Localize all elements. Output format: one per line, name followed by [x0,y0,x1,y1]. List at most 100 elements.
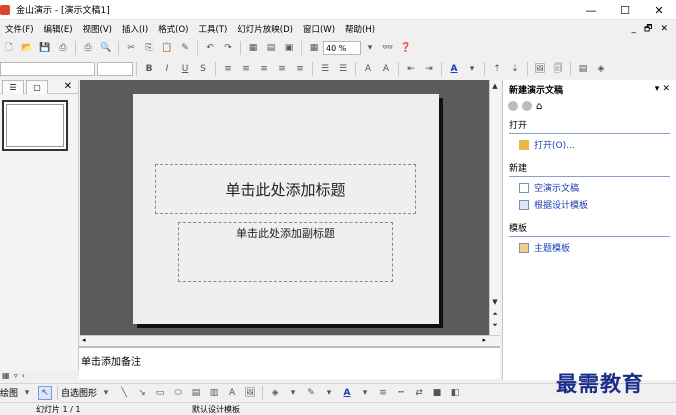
save-icon[interactable]: 💾 [38,41,52,55]
chevron-down-icon[interactable]: ▾ [99,386,113,400]
slide-thumbnail[interactable] [2,100,68,151]
insert-image-icon[interactable]: ▣ [282,41,296,55]
print-icon[interactable]: ⎙ [56,41,70,55]
move-up-icon[interactable]: ⇡ [490,62,504,76]
vertical-textbox-icon[interactable]: ▥ [207,386,221,400]
3d-style-icon[interactable]: ◧ [448,386,462,400]
new-slide-icon[interactable]: 🗐 [551,62,565,76]
underline-icon[interactable]: U [178,62,192,76]
paste-icon[interactable]: 📋 [160,41,174,55]
align-center-icon[interactable]: ≡ [239,62,253,76]
indent-decrease-icon[interactable]: ⇤ [404,62,418,76]
notes-pane[interactable]: 单击添加备注 [79,346,500,379]
redo-icon[interactable]: ↷ [221,41,235,55]
menu-edit[interactable]: 编辑(E) [39,23,78,35]
menu-file[interactable]: 文件(F) [0,23,39,35]
close-icon[interactable]: ✕ [64,81,72,92]
from-template-link[interactable]: 根据设计模板 [519,198,676,211]
chevron-down-icon[interactable]: ▾ [363,41,377,55]
dash-style-icon[interactable]: ┅ [394,386,408,400]
chevron-down-icon[interactable]: ▾ [286,386,300,400]
scroll-right-icon[interactable]: ▸ [482,336,486,344]
subtitle-placeholder[interactable]: 单击此处添加副标题 [178,222,393,282]
menu-slideshow[interactable]: 幻灯片放映(D) [232,23,298,35]
doc-restore-button[interactable]: 🗗 [644,21,652,37]
align-left-icon[interactable]: ≡ [221,62,235,76]
font-color-icon[interactable]: A [447,62,461,76]
color-scheme-icon[interactable]: ◈ [594,62,608,76]
blank-presentation-link[interactable]: 空演示文稿 [519,181,676,194]
align-right-icon[interactable]: ≡ [257,62,271,76]
increase-font-icon[interactable]: A [361,62,375,76]
menu-view[interactable]: 视图(V) [78,23,117,35]
help-icon[interactable]: ❓ [399,41,413,55]
numbering-icon[interactable]: ☰ [318,62,332,76]
back-icon[interactable] [508,101,518,111]
font-name-select[interactable] [0,62,95,76]
font-size-select[interactable] [97,62,133,76]
slide-canvas[interactable]: 单击此处添加标题 单击此处添加副标题 [133,94,439,324]
shadow-icon[interactable]: S [196,62,210,76]
format-painter-icon[interactable]: ✎ [178,41,192,55]
menu-help[interactable]: 帮助(H) [340,23,380,35]
chevron-down-icon[interactable]: ▾ [465,62,479,76]
cut-icon[interactable]: ✂ [124,41,138,55]
shadow-style-icon[interactable]: ■ [430,386,444,400]
vertical-scrollbar[interactable]: ▲ ▼ ⏶ ⏷ [489,80,500,335]
italic-icon[interactable]: I [160,62,174,76]
minimize-button[interactable]: — [574,0,608,20]
task-pane-controls[interactable]: ▾ ✕ [655,84,670,94]
close-button[interactable]: ✕ [642,0,676,20]
line-style-icon[interactable]: ≡ [376,386,390,400]
clipart-icon[interactable]: 🖼 [243,386,257,400]
draw-menu[interactable]: 绘图 [0,386,18,399]
rectangle-icon[interactable]: ▭ [153,386,167,400]
forward-icon[interactable] [522,101,532,111]
prev-slide-icon[interactable]: ⏶ [490,310,500,319]
line-color-icon[interactable]: ✎ [304,386,318,400]
zoom-select[interactable]: 40 % [323,41,361,55]
scroll-up-icon[interactable]: ▲ [490,82,500,90]
new-icon[interactable]: 🗋 [2,41,16,55]
chevron-down-icon[interactable]: ▾ [20,386,34,400]
open-icon[interactable]: 📂 [20,41,34,55]
fill-color-icon[interactable]: ◈ [268,386,282,400]
layout-icon[interactable]: ▤ [576,62,590,76]
menu-tools[interactable]: 工具(T) [193,23,232,35]
arrow-style-icon[interactable]: ⇄ [412,386,426,400]
find-icon[interactable]: 👓 [381,41,395,55]
bold-icon[interactable]: B [142,62,156,76]
bullets-icon[interactable]: ☰ [336,62,350,76]
grid-icon[interactable]: ▦ [307,41,321,55]
indent-increase-icon[interactable]: ⇥ [422,62,436,76]
arrow-icon[interactable]: ↘ [135,386,149,400]
open-link[interactable]: 打开(O)... [519,138,676,151]
ellipse-icon[interactable]: ⬭ [171,386,185,400]
menu-format[interactable]: 格式(O) [153,23,193,35]
scroll-down-icon[interactable]: ▼ [490,298,500,306]
menu-window[interactable]: 窗口(W) [298,23,340,35]
tab-slides[interactable]: ▢ [26,79,48,94]
move-down-icon[interactable]: ⇣ [508,62,522,76]
insert-table-icon[interactable]: ▤ [264,41,278,55]
autoshape-menu[interactable]: 自选图形 [61,386,97,399]
print-preview-icon[interactable]: ⎙ [81,41,95,55]
justify-icon[interactable]: ≡ [275,62,289,76]
normal-view-icon[interactable]: ▦ [2,371,10,380]
decrease-font-icon[interactable]: A [379,62,393,76]
doc-close-button[interactable]: ✕ [660,24,668,34]
line-icon[interactable]: ╲ [117,386,131,400]
title-placeholder[interactable]: 单击此处添加标题 [155,164,416,214]
horizontal-scrollbar[interactable]: ◂ ▸ [80,335,500,346]
tab-outline[interactable]: ☰ [2,79,24,94]
slide-design-icon[interactable]: 🖼 [533,62,547,76]
sorter-view-icon[interactable]: ▿ [14,371,18,380]
wordart-icon[interactable]: A [225,386,239,400]
chevron-down-icon[interactable]: ▾ [358,386,372,400]
undo-icon[interactable]: ↶ [203,41,217,55]
chevron-down-icon[interactable]: ▾ [322,386,336,400]
scroll-left-icon[interactable]: ◂ [82,336,86,344]
chevron-left-icon[interactable]: ‹ [22,371,25,380]
menu-insert[interactable]: 插入(I) [117,23,153,35]
copy-icon[interactable]: ⎘ [142,41,156,55]
